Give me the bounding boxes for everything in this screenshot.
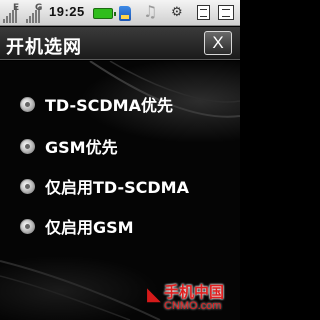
radio-button-icon[interactable] [20, 178, 35, 194]
option-label: TD-SCDMA优先 [45, 96, 173, 115]
option-td-scdma-preferred[interactable]: TD-SCDMA优先 [20, 92, 173, 116]
watermark-domain: CNMO.com [164, 300, 222, 312]
battery-icon [93, 8, 116, 19]
music-note-icon: ♫ [143, 2, 158, 21]
radio-button-icon[interactable] [20, 96, 35, 112]
close-button[interactable]: X [204, 31, 232, 55]
option-label: 仅启用GSM [45, 218, 134, 237]
status-bar: E G 19:25 ♫ ⚙ [0, 0, 240, 26]
option-label: GSM优先 [45, 138, 118, 157]
network-selection-list: TD-SCDMA优先 GSM优先 仅启用TD-SCDMA 仅启用GSM ◣ 手机… [0, 61, 240, 320]
title-bar: 开机选网 X [0, 27, 240, 60]
watermark-icon: ◣ [147, 284, 161, 305]
clock: 19:25 [49, 4, 85, 19]
list-icon [218, 5, 234, 20]
radio-button-icon[interactable] [20, 138, 35, 154]
page-title: 开机选网 [6, 37, 82, 58]
option-label: 仅启用TD-SCDMA [45, 178, 189, 197]
radio-button-icon[interactable] [20, 218, 35, 234]
option-gsm-preferred[interactable]: GSM优先 [20, 134, 118, 158]
profile-mode-icon: ⚙ [171, 5, 183, 20]
watermark-logo: ◣ 手机中国 CNMO.com [147, 279, 239, 319]
message-icon [197, 5, 210, 20]
option-td-scdma-only[interactable]: 仅启用TD-SCDMA [20, 174, 189, 198]
option-gsm-only[interactable]: 仅启用GSM [20, 214, 134, 238]
memory-card-icon [119, 6, 131, 21]
signal-type-label: G [35, 3, 43, 13]
signal-type-label: E [13, 3, 20, 13]
watermark-text: 手机中国 [164, 283, 225, 301]
